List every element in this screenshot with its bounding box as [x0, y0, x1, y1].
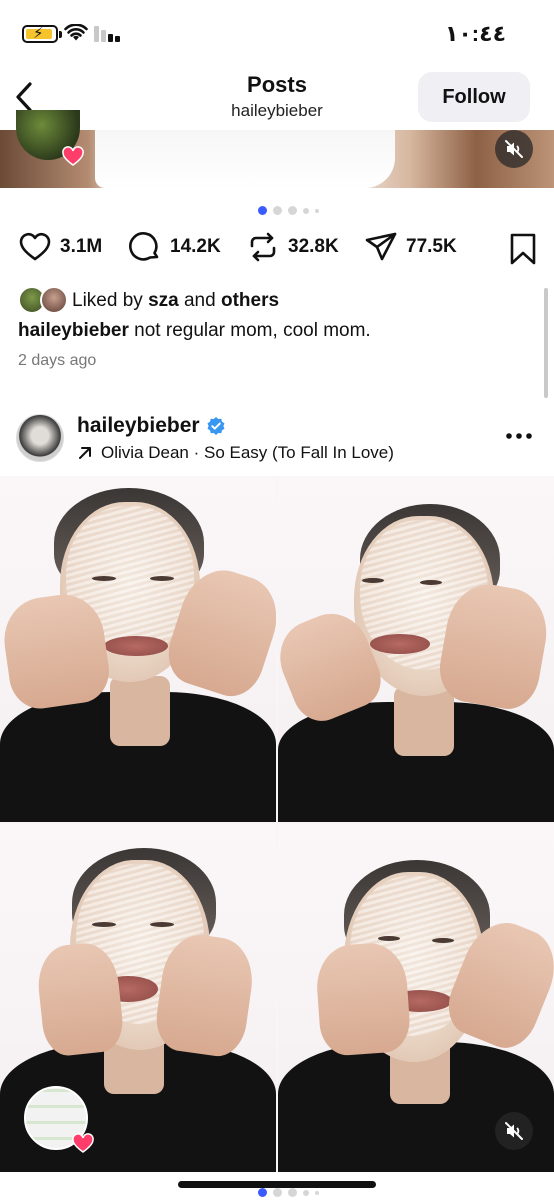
second-post-image[interactable]: [0, 476, 554, 1172]
second-post-username[interactable]: haileybieber: [77, 414, 200, 438]
mute-button[interactable]: [495, 130, 533, 168]
post-date: 2 days ago: [18, 352, 97, 369]
pagination-dot: [273, 206, 282, 215]
pagination-dot: [303, 207, 309, 214]
liked-by-text: Liked by sza and others: [72, 290, 280, 311]
liked-by-avatars: [18, 286, 72, 316]
pagination-dot: [288, 206, 297, 215]
pagination-dot: [273, 1188, 282, 1197]
speaker-muted-icon: [505, 1122, 523, 1140]
send-icon: [365, 232, 397, 261]
avatar[interactable]: [16, 414, 64, 462]
like-button[interactable]: 3.1M: [18, 230, 102, 264]
pagination-dot: [315, 1190, 319, 1195]
heart-badge-icon: [72, 1133, 94, 1153]
share-count: 77.5K: [406, 236, 457, 257]
heart-icon: [19, 232, 51, 261]
bookmark-icon[interactable]: [508, 232, 538, 266]
post-caption: haileybieber not regular mom, cool mom.: [18, 320, 371, 342]
carousel-pagination: [258, 1188, 319, 1197]
caption-username[interactable]: haileybieber: [18, 320, 129, 341]
more-horizontal-icon[interactable]: [504, 426, 534, 446]
heart-badge-icon: [62, 146, 84, 166]
repost-count: 32.8K: [288, 236, 339, 257]
pagination-dot-active: [258, 1188, 267, 1197]
pagination-dot: [303, 1189, 309, 1196]
pagination-dot: [315, 208, 319, 213]
music-attribution[interactable]: Olivia Dean · So Easy (To Fall In Love): [77, 443, 394, 463]
liked-by-user[interactable]: sza: [148, 290, 179, 311]
verified-badge-icon: [207, 417, 225, 435]
cellular-signal-icon: [94, 26, 120, 42]
second-post-header: haileybieber Olivia Dean · So Easy (To F…: [16, 410, 538, 468]
comment-count: 14.2K: [170, 236, 221, 257]
follow-button[interactable]: Follow: [418, 72, 530, 122]
wifi-icon: [64, 24, 88, 41]
home-indicator[interactable]: [178, 1181, 376, 1188]
like-count: 3.1M: [60, 236, 103, 257]
share-button[interactable]: 77.5K: [364, 230, 457, 264]
repost-icon: [250, 232, 276, 262]
speaker-muted-icon: [505, 140, 523, 158]
caption-text: not regular mom, cool mom.: [134, 320, 371, 341]
second-post-user[interactable]: haileybieber: [77, 414, 226, 438]
posts-header: Posts haileybieber Follow: [0, 64, 554, 130]
carousel-pagination: [258, 206, 319, 215]
repost-button[interactable]: 32.8K: [246, 230, 339, 264]
pagination-dot: [288, 1188, 297, 1197]
photo-panel: [0, 476, 276, 822]
pagination-dot-active: [258, 206, 267, 215]
liked-by-others[interactable]: others: [221, 290, 279, 311]
avatar: [40, 286, 68, 314]
music-title: Olivia Dean · So Easy (To Fall In Love): [101, 443, 394, 462]
liked-by-row[interactable]: Liked by sza and others: [18, 286, 279, 316]
status-bar: ⚡ ١٠:٤٤: [0, 0, 554, 64]
comment-icon: [129, 232, 159, 261]
comment-button[interactable]: 14.2K: [128, 230, 221, 264]
photo-panel: [278, 476, 554, 822]
status-time: ١٠:٤٤: [444, 21, 506, 46]
mute-button[interactable]: [495, 1112, 533, 1150]
scrollbar[interactable]: [544, 288, 548, 398]
post-action-bar: 3.1M 14.2K 32.8K 77.5K: [18, 226, 538, 274]
arrow-up-right-icon: [79, 447, 91, 459]
battery-charging-icon: ⚡: [22, 25, 62, 43]
